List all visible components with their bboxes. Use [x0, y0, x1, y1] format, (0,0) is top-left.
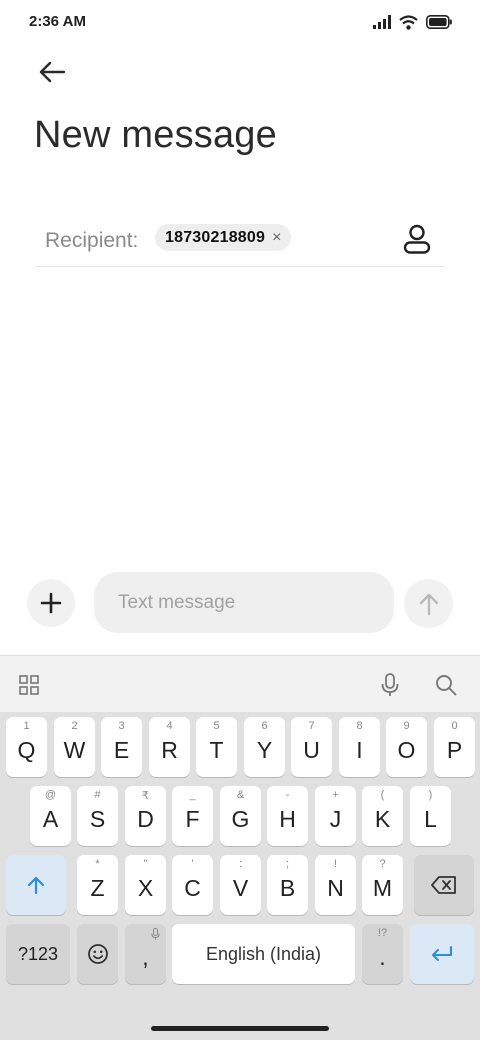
status-time: 2:36 AM — [29, 13, 86, 30]
key-d[interactable]: ₹ D — [125, 786, 166, 846]
key-z[interactable]: * Z — [77, 855, 118, 915]
symbols-key[interactable]: ?123 — [6, 924, 70, 984]
navigation-bar — [0, 1019, 480, 1040]
key-h[interactable]: -H — [267, 786, 308, 846]
grid-icon — [19, 675, 39, 695]
backspace-icon — [431, 876, 456, 894]
keyboard-search-button[interactable] — [428, 668, 464, 702]
enter-icon — [431, 945, 453, 962]
comma-key[interactable]: , — [125, 924, 166, 984]
key-o[interactable]: 9O — [386, 717, 427, 777]
status-bar: 2:36 AM — [0, 0, 480, 44]
signal-icon — [373, 15, 391, 29]
key-y[interactable]: 6Y — [244, 717, 285, 777]
key-u[interactable]: 7U — [291, 717, 332, 777]
search-icon — [436, 675, 457, 696]
person-icon — [403, 224, 431, 254]
voice-input-button[interactable] — [372, 668, 408, 702]
microphone-icon — [381, 673, 399, 696]
period-key[interactable]: !? . — [362, 924, 403, 984]
recipient-label: Recipient: — [45, 229, 139, 252]
key-f[interactable]: _ F — [172, 786, 213, 846]
page-title: New message — [34, 114, 277, 156]
key-b[interactable]: ; B — [267, 855, 308, 915]
enter-key[interactable] — [410, 924, 474, 984]
key-g[interactable]: & G — [220, 786, 261, 846]
shift-key[interactable] — [6, 855, 66, 915]
keyboard-menu-button[interactable] — [11, 668, 47, 702]
home-indicator[interactable] — [151, 1026, 329, 1031]
recipient-chip-number: 18730218809 — [165, 228, 266, 246]
back-button[interactable] — [30, 52, 74, 92]
key-k[interactable]: (K — [362, 786, 403, 846]
wifi-icon — [399, 14, 418, 30]
key-c[interactable]: ' C — [172, 855, 213, 915]
key-p[interactable]: 0P — [434, 717, 475, 777]
key-j[interactable]: + J — [315, 786, 356, 846]
keyboard-keys: 1Q 2W 3E 4R 5T 6Y 7U 8I 9O 0P @ A # S ₹ D _… — [0, 712, 480, 1040]
arrow-left-icon — [39, 61, 66, 83]
microphone-icon — [151, 928, 160, 940]
plus-icon — [40, 592, 62, 614]
key-w[interactable]: 2W — [54, 717, 95, 777]
key-r[interactable]: 4R — [149, 717, 190, 777]
status-icons — [373, 12, 452, 32]
attach-button[interactable] — [27, 579, 75, 627]
key-m[interactable]: ? M — [362, 855, 403, 915]
key-s[interactable]: # S — [77, 786, 118, 846]
contact-picker-button[interactable] — [398, 220, 436, 258]
key-v[interactable]: :V — [220, 855, 261, 915]
key-t[interactable]: 5T — [196, 717, 237, 777]
arrow-up-icon — [419, 593, 438, 615]
battery-icon — [426, 15, 452, 29]
space-key[interactable]: English (India) — [172, 924, 355, 984]
recipient-chip[interactable]: 18730218809 × — [155, 224, 292, 251]
key-i[interactable]: 8I — [339, 717, 380, 777]
keyboard-toolbar — [0, 655, 480, 712]
recipient-row: Recipient: 18730218809 × — [36, 214, 444, 267]
shift-arrow-icon — [27, 876, 45, 894]
key-q[interactable]: 1Q — [6, 717, 47, 777]
key-a[interactable]: @ A — [30, 786, 71, 846]
key-x[interactable]: " X — [125, 855, 166, 915]
message-input[interactable] — [94, 572, 394, 633]
emoji-key[interactable] — [77, 924, 118, 984]
chip-remove-icon[interactable]: × — [272, 229, 281, 246]
key-l[interactable]: ) L — [410, 786, 451, 846]
send-button[interactable] — [404, 579, 453, 628]
key-n[interactable]: ! N — [315, 855, 356, 915]
backspace-key[interactable] — [414, 855, 474, 915]
emoji-icon — [87, 944, 108, 964]
key-e[interactable]: 3E — [101, 717, 142, 777]
keyboard: 1Q 2W 3E 4R 5T 6Y 7U 8I 9O 0P @ A # S ₹ D _… — [0, 655, 480, 1040]
